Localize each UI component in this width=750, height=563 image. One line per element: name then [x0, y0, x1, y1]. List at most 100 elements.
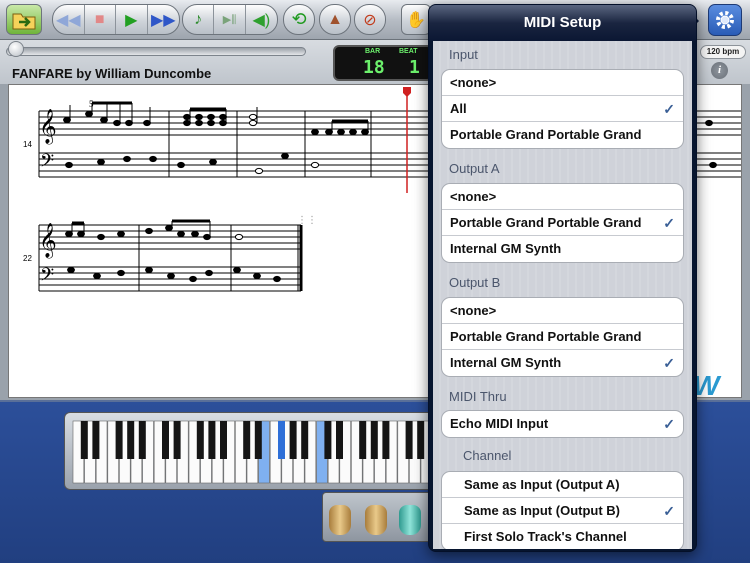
option-label: <none>: [450, 189, 497, 204]
output-a-option-none[interactable]: <none>: [442, 184, 683, 210]
info-icon[interactable]: i: [711, 62, 728, 79]
checkmark-icon: ✓: [663, 503, 675, 519]
channel-option-output-b[interactable]: Same as Input (Output B) ✓: [442, 498, 683, 524]
black-key[interactable]: [196, 421, 204, 459]
channel-group: Same as Input (Output A) Same as Input (…: [441, 471, 684, 549]
view-group: ♪ ▶⫼ ◀): [182, 4, 278, 35]
keys-view-button[interactable]: ▶⫼: [214, 5, 246, 34]
loop-icon: ⟲: [291, 9, 307, 29]
input-option-none[interactable]: <none>: [442, 70, 683, 96]
midi-thru-group: Echo MIDI Input ✓: [441, 410, 684, 438]
checkmark-icon: ✓: [663, 416, 675, 432]
fast-forward-button[interactable]: ▶▶: [148, 5, 179, 34]
note-view-button[interactable]: ♪: [183, 5, 215, 34]
black-key[interactable]: [173, 421, 181, 459]
channel-option-output-a[interactable]: Same as Input (Output A): [442, 472, 683, 498]
song-position-slider[interactable]: [6, 47, 306, 56]
metronome-icon: ▲: [327, 10, 343, 28]
hand-button[interactable]: ✋: [401, 4, 431, 35]
beat-label: BEAT: [399, 48, 418, 55]
output-a-option-portable-grand[interactable]: Portable Grand Portable Grand ✓: [442, 210, 683, 236]
soft-pedal[interactable]: [329, 505, 351, 535]
open-file-button[interactable]: [6, 4, 42, 35]
black-key[interactable]: [243, 421, 251, 459]
input-group: <none> All ✓ Portable Grand Portable Gran…: [441, 69, 684, 149]
hand-icon: ✋: [406, 11, 426, 29]
input-option-all[interactable]: All ✓: [442, 96, 683, 122]
output-a-group: <none> Portable Grand Portable Grand ✓ In…: [441, 183, 684, 263]
checkmark-icon: ✓: [663, 101, 675, 117]
measure-number: 22: [23, 254, 32, 263]
black-key[interactable]: [115, 421, 123, 459]
section-header-output-b: Output B: [449, 275, 501, 290]
clefs: 𝄞 𝄢 𝄞 𝄢: [39, 109, 57, 290]
song-title: FANFARE by William Duncombe: [12, 66, 212, 81]
black-key[interactable]: [208, 421, 216, 459]
output-b-option-none[interactable]: <none>: [442, 298, 683, 324]
folder-open-icon: [12, 13, 36, 29]
speaker-volume-icon: ◀): [252, 11, 271, 29]
play-button[interactable]: ▶: [116, 5, 148, 34]
slider-knob[interactable]: [8, 41, 24, 57]
black-key[interactable]: [254, 421, 262, 459]
black-key[interactable]: [359, 421, 367, 459]
black-key[interactable]: [278, 421, 285, 459]
black-key[interactable]: [80, 421, 88, 459]
option-label: Echo MIDI Input: [450, 416, 549, 431]
sustain-pedal[interactable]: [399, 505, 421, 535]
black-key[interactable]: [289, 421, 297, 459]
output-b-option-gm-synth[interactable]: Internal GM Synth ✓: [442, 350, 683, 376]
option-label: Portable Grand Portable Grand: [450, 127, 642, 142]
piano-keyboard[interactable]: [64, 412, 434, 490]
black-key[interactable]: [162, 421, 169, 459]
output-a-option-gm-synth[interactable]: Internal GM Synth: [442, 236, 683, 262]
checkmark-icon: ✓: [663, 215, 675, 231]
option-label: Internal GM Synth: [450, 355, 562, 370]
treble-clef-1: 𝄞: [39, 109, 57, 145]
volume-button[interactable]: ◀): [246, 5, 277, 34]
black-key[interactable]: [301, 421, 309, 459]
tempo-display[interactable]: 120 bpm: [700, 45, 746, 59]
black-key[interactable]: [127, 421, 135, 459]
section-header-input: Input: [449, 47, 478, 62]
black-key[interactable]: [405, 421, 413, 459]
option-label: All: [450, 101, 467, 116]
bass-staff-1-right: [695, 152, 741, 178]
piano-keys[interactable]: [65, 413, 435, 491]
bar-value: 18: [363, 57, 385, 78]
black-key[interactable]: [220, 421, 227, 459]
option-label: First Solo Track's Channel: [464, 529, 627, 544]
channel-option-first-solo[interactable]: First Solo Track's Channel: [442, 524, 683, 549]
popover-body: Input <none> All ✓ Portable Grand Portabl…: [433, 41, 692, 549]
option-label: <none>: [450, 303, 497, 318]
metronome-button[interactable]: ▲: [319, 4, 351, 35]
stop-button[interactable]: ■: [85, 5, 116, 34]
bass-clef-2: 𝄢: [40, 265, 54, 290]
bar-label: BAR: [365, 48, 381, 55]
black-key[interactable]: [324, 421, 332, 459]
option-label: Portable Grand Portable Grand: [450, 215, 642, 230]
treble-clef-2: 𝄞: [39, 223, 57, 259]
mute-button[interactable]: ⊘: [354, 4, 386, 35]
option-label: <none>: [450, 75, 497, 90]
output-b-group: <none> Portable Grand Portable Grand Int…: [441, 297, 684, 377]
mute-icon: ⊘: [363, 11, 377, 29]
black-key[interactable]: [92, 421, 100, 459]
black-key[interactable]: [417, 421, 425, 459]
settings-button[interactable]: [708, 4, 742, 36]
section-header-output-a: Output A: [449, 161, 500, 176]
section-header-midi-thru: MIDI Thru: [449, 389, 507, 404]
black-key[interactable]: [336, 421, 343, 459]
output-b-option-portable-grand[interactable]: Portable Grand Portable Grand: [442, 324, 683, 350]
rewind-icon: ◀◀: [55, 11, 81, 29]
input-option-portable-grand[interactable]: Portable Grand Portable Grand: [442, 122, 683, 148]
sostenuto-pedal[interactable]: [365, 505, 387, 535]
rewind-button[interactable]: ◀◀: [53, 5, 85, 34]
black-key[interactable]: [382, 421, 390, 459]
transport-group: ◀◀ ■ ▶ ▶▶: [52, 4, 180, 35]
black-key[interactable]: [138, 421, 146, 459]
option-label: Internal GM Synth: [450, 241, 562, 256]
black-key[interactable]: [370, 421, 378, 459]
loop-button[interactable]: ⟲: [283, 4, 315, 35]
echo-midi-input-option[interactable]: Echo MIDI Input ✓: [442, 411, 683, 437]
